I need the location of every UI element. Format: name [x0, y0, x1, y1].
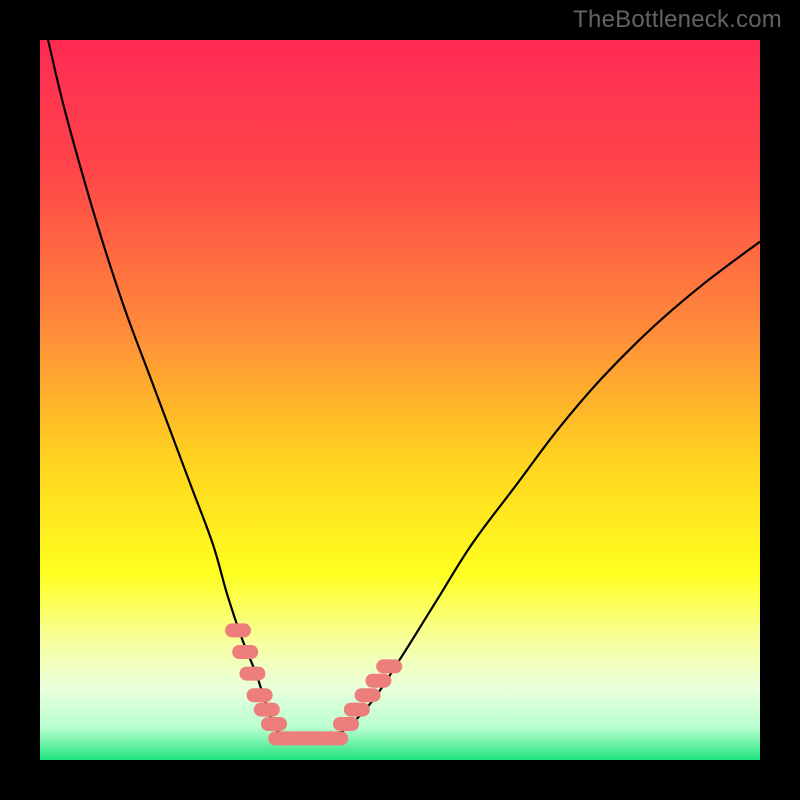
marker-pill — [239, 667, 265, 681]
markers-bottom — [268, 731, 348, 745]
marker-pill — [376, 659, 402, 673]
plot-area — [40, 40, 760, 760]
marker-pill — [254, 703, 280, 717]
marker-pill — [365, 674, 391, 688]
marker-pill — [333, 717, 359, 731]
marker-pill — [247, 688, 273, 702]
markers-right — [333, 659, 402, 731]
marker-pill — [232, 645, 258, 659]
chart-frame: TheBottleneck.com — [0, 0, 800, 800]
marker-pill — [344, 703, 370, 717]
bottleneck-curve-svg — [40, 40, 760, 760]
markers-left — [225, 623, 287, 731]
marker-pill — [355, 688, 381, 702]
marker-pill — [225, 623, 251, 637]
marker-pill — [261, 717, 287, 731]
bottleneck-curve — [40, 40, 760, 739]
watermark-text: TheBottleneck.com — [573, 6, 782, 34]
marker-pill — [322, 731, 348, 745]
